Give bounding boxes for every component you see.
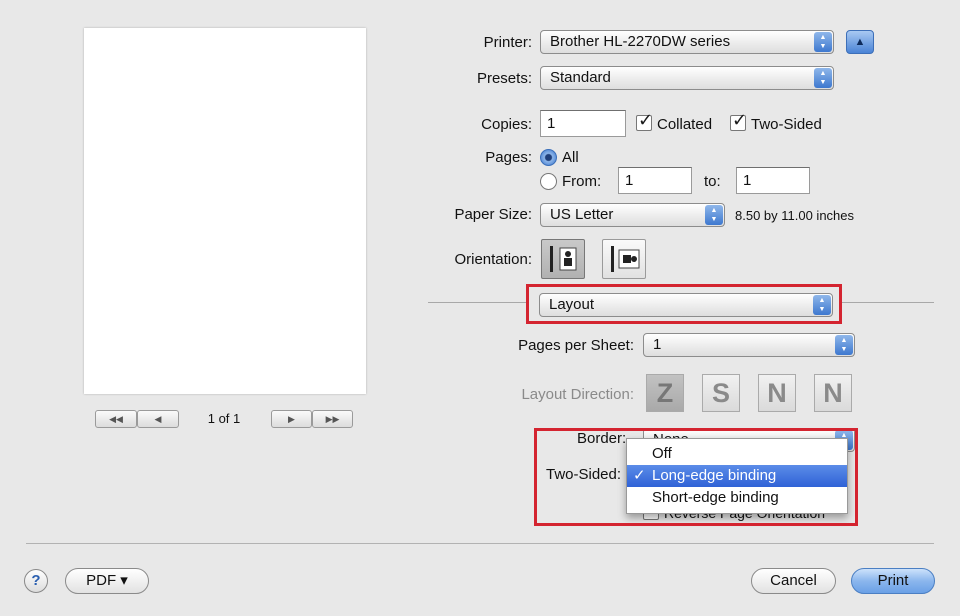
pages-to-field[interactable]: 1 [736, 167, 810, 194]
preview-page [84, 28, 366, 394]
pages-all-radio[interactable] [540, 149, 557, 166]
layout-direction-s-icon: S [711, 378, 730, 408]
landscape-orientation-icon [611, 246, 640, 272]
orientation-label: Orientation: [454, 251, 532, 268]
layout-direction-z-icon: Z [656, 378, 674, 408]
copies-value: 1 [547, 115, 556, 132]
cancel-button[interactable]: Cancel [751, 568, 836, 594]
pages-from-radio[interactable] [540, 173, 557, 190]
footer-divider [26, 543, 934, 544]
first-page-button[interactable]: ◀◀ [95, 410, 137, 428]
first-page-icon: ◀◀ [109, 414, 123, 424]
pages-from-label: From: [562, 173, 602, 190]
layout-direction-s-button: S [702, 374, 740, 412]
print-button[interactable]: Print [851, 568, 935, 594]
pages-from-field[interactable]: 1 [618, 167, 692, 194]
help-icon: ? [31, 572, 41, 589]
presets-label: Presets: [476, 70, 532, 87]
presets-popup[interactable]: Standard ▲ ▼ [540, 66, 834, 90]
section-divider-right [840, 302, 934, 303]
layout-direction-label: Layout Direction: [521, 386, 634, 403]
layout-direction-z-button: Z [646, 374, 684, 412]
pdf-button-label: PDF ▾ [86, 572, 128, 589]
popup-arrows-icon: ▲▼ [814, 32, 832, 52]
prev-page-icon: ◀ [154, 414, 162, 424]
paper-size-label: Paper Size: [454, 206, 532, 223]
layout-direction-n-button: N [758, 374, 796, 412]
printer-expand-button[interactable]: ▲ [846, 30, 874, 54]
two-sided-checkbox[interactable]: ✓ [730, 110, 747, 131]
last-page-icon: ▶▶ [325, 414, 340, 424]
orientation-portrait-button[interactable] [541, 239, 585, 279]
pages-from-value: 1 [625, 172, 634, 189]
cancel-button-label: Cancel [770, 572, 817, 589]
checkmark-icon: ✓ [638, 110, 654, 130]
popup-arrows-icon: ▲▼ [835, 335, 853, 355]
orientation-landscape-button[interactable] [602, 239, 646, 279]
printer-popup[interactable]: Brother HL-2270DW series ▲ ▼ [540, 30, 834, 54]
pages-all-label: All [562, 149, 579, 166]
highlight-box-two-sided [534, 428, 858, 526]
printer-value: Brother HL-2270DW series [550, 33, 731, 50]
disclosure-up-icon: ▲ [854, 36, 866, 48]
printer-label: Printer: [483, 34, 532, 51]
pages-per-sheet-popup[interactable]: 1 ▲ ▼ [643, 333, 855, 357]
pages-to-value: 1 [743, 172, 752, 189]
portrait-orientation-icon [550, 246, 577, 272]
pages-label: Pages: [485, 149, 532, 166]
checkmark-icon: ✓ [732, 110, 748, 130]
collated-label: Collated [657, 116, 713, 133]
copies-field[interactable]: 1 [540, 110, 626, 137]
help-button[interactable]: ? [24, 569, 48, 593]
pages-per-sheet-label: Pages per Sheet: [518, 337, 634, 354]
next-page-icon: ▶ [288, 414, 295, 424]
layout-direction-n-mirror-button: N [814, 374, 852, 412]
page-indicator: 1 of 1 [207, 411, 241, 426]
paper-size-value: US Letter [550, 206, 614, 223]
layout-direction-n-mirror-icon: N [823, 378, 843, 408]
pdf-button[interactable]: PDF ▾ [65, 568, 149, 594]
highlight-box-layout [526, 284, 842, 324]
next-page-button[interactable]: ▶ [271, 410, 312, 428]
section-divider-left [428, 302, 528, 303]
paper-size-popup[interactable]: US Letter ▲ ▼ [540, 203, 725, 227]
popup-arrows-icon: ▲▼ [814, 68, 832, 88]
copies-label: Copies: [481, 116, 532, 133]
layout-direction-n-icon: N [767, 378, 787, 408]
prev-page-button[interactable]: ◀ [137, 410, 179, 428]
last-page-button[interactable]: ▶▶ [312, 410, 353, 428]
two-sided-label: Two-Sided [751, 116, 822, 133]
pages-to-label: to: [704, 173, 721, 190]
paper-size-dimensions: 8.50 by 11.00 inches [735, 208, 855, 223]
print-button-label: Print [877, 572, 909, 589]
pages-per-sheet-value: 1 [653, 336, 662, 353]
popup-arrows-icon: ▲▼ [705, 205, 723, 225]
collated-checkbox[interactable]: ✓ [636, 110, 653, 131]
presets-value: Standard [550, 69, 611, 86]
